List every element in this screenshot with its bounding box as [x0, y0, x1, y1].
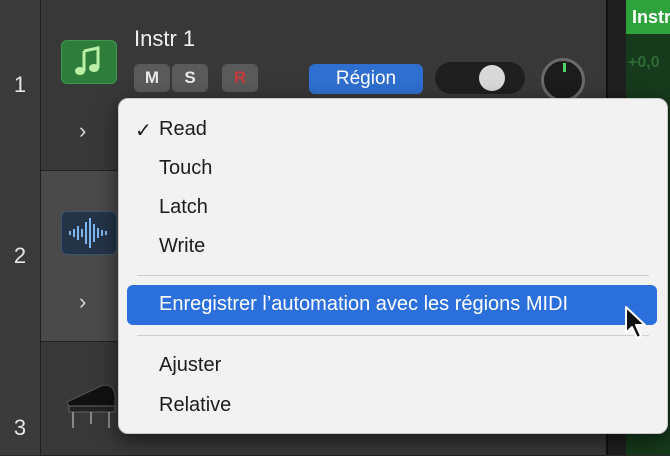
- chevron-right-icon[interactable]: ›: [79, 118, 86, 144]
- toggle-knob: [479, 65, 505, 91]
- menu-item-record-automation-midi[interactable]: Enregistrer l’automation avec les région…: [127, 285, 657, 325]
- menu-item-latch[interactable]: Latch: [159, 196, 208, 219]
- menu-item-read[interactable]: Read: [159, 118, 207, 141]
- automation-mode-menu: ✓ Read Touch Latch Write Enregistrer l’a…: [118, 98, 668, 434]
- region-volume-value: +0,0: [628, 54, 660, 71]
- checkmark-icon: ✓: [135, 120, 152, 142]
- chevron-right-icon[interactable]: ›: [79, 289, 86, 315]
- track-number-2: 2: [13, 243, 27, 268]
- track-number-column: 1 2 3: [0, 0, 41, 455]
- record-button[interactable]: R: [222, 64, 258, 92]
- menu-item-label: Enregistrer l’automation avec les région…: [159, 293, 569, 315]
- track-number-1: 1: [13, 72, 27, 97]
- menu-separator: [137, 275, 649, 276]
- solo-button[interactable]: S: [172, 64, 208, 92]
- pan-knob[interactable]: [541, 58, 585, 102]
- mute-button[interactable]: M: [134, 64, 170, 92]
- menu-item-relative[interactable]: Relative: [159, 394, 231, 417]
- music-note-icon: [61, 40, 117, 84]
- knob-indicator: [563, 63, 566, 72]
- menu-separator: [137, 335, 649, 336]
- region-header[interactable]: Instr: [626, 0, 670, 34]
- track-number-3: 3: [13, 415, 27, 440]
- menu-item-ajuster[interactable]: Ajuster: [159, 354, 221, 377]
- grand-piano-icon: [61, 372, 121, 432]
- track-name[interactable]: Instr 1: [134, 26, 195, 52]
- menu-item-write[interactable]: Write: [159, 235, 205, 258]
- mouse-pointer-icon: [624, 305, 650, 346]
- menu-item-touch[interactable]: Touch: [159, 157, 212, 180]
- waveform-icon: [61, 211, 117, 255]
- automation-mode-button[interactable]: Région: [309, 64, 423, 94]
- automation-toggle[interactable]: [435, 62, 525, 94]
